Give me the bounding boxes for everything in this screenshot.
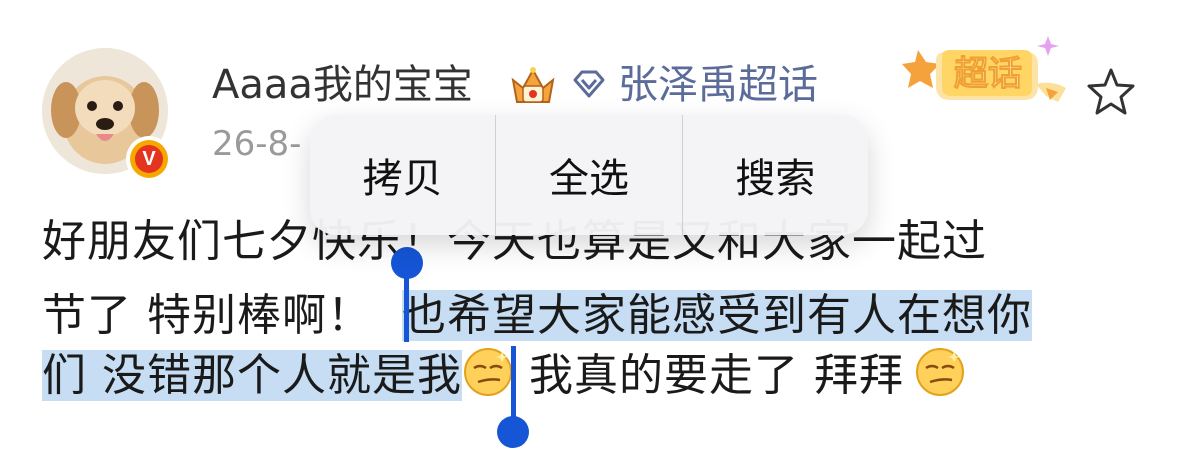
selected-text[interactable]: 们 没错那个人就是我	[42, 350, 462, 401]
post-text-after: 我真的要走了 拜拜	[514, 350, 904, 401]
search-button[interactable]: 搜索	[681, 115, 868, 235]
verified-badge: V	[126, 136, 172, 182]
selection-end-caret[interactable]	[511, 346, 516, 426]
selection-start-caret[interactable]	[404, 262, 409, 342]
diamond-icon	[573, 70, 605, 98]
post-text-line-3[interactable]: 们 没错那个人就是我 我真的要走了 拜拜	[42, 346, 966, 406]
select-all-button[interactable]: 全选	[495, 115, 681, 235]
post-text-plain: 节了 特别棒啊！	[42, 290, 372, 341]
selection-end-handle[interactable]	[497, 416, 529, 448]
supertopic-badge-icon[interactable]: 超话	[896, 30, 1081, 130]
username[interactable]: Aaaa我的宝宝	[212, 58, 473, 112]
smirk-emoji-icon	[915, 348, 964, 396]
copy-button[interactable]: 拷贝	[310, 115, 495, 235]
crown-badge-icon[interactable]	[507, 62, 559, 108]
post-text-line-2[interactable]: 节了 特别棒啊！ 也希望大家能感受到有人在想你	[42, 286, 1032, 346]
verified-v-icon: V	[135, 145, 163, 173]
topic-link[interactable]: 张泽禹超话	[618, 58, 818, 112]
supertopic-badge-label: 超话	[954, 54, 1023, 95]
star-icon[interactable]	[1085, 66, 1137, 118]
text-selection-menu: 拷贝 全选 搜索	[310, 115, 868, 235]
smirk-emoji-icon	[464, 348, 512, 396]
selected-text[interactable]: 也希望大家能感受到有人在想你	[402, 290, 1032, 341]
post-date: 26-8-	[212, 124, 302, 164]
